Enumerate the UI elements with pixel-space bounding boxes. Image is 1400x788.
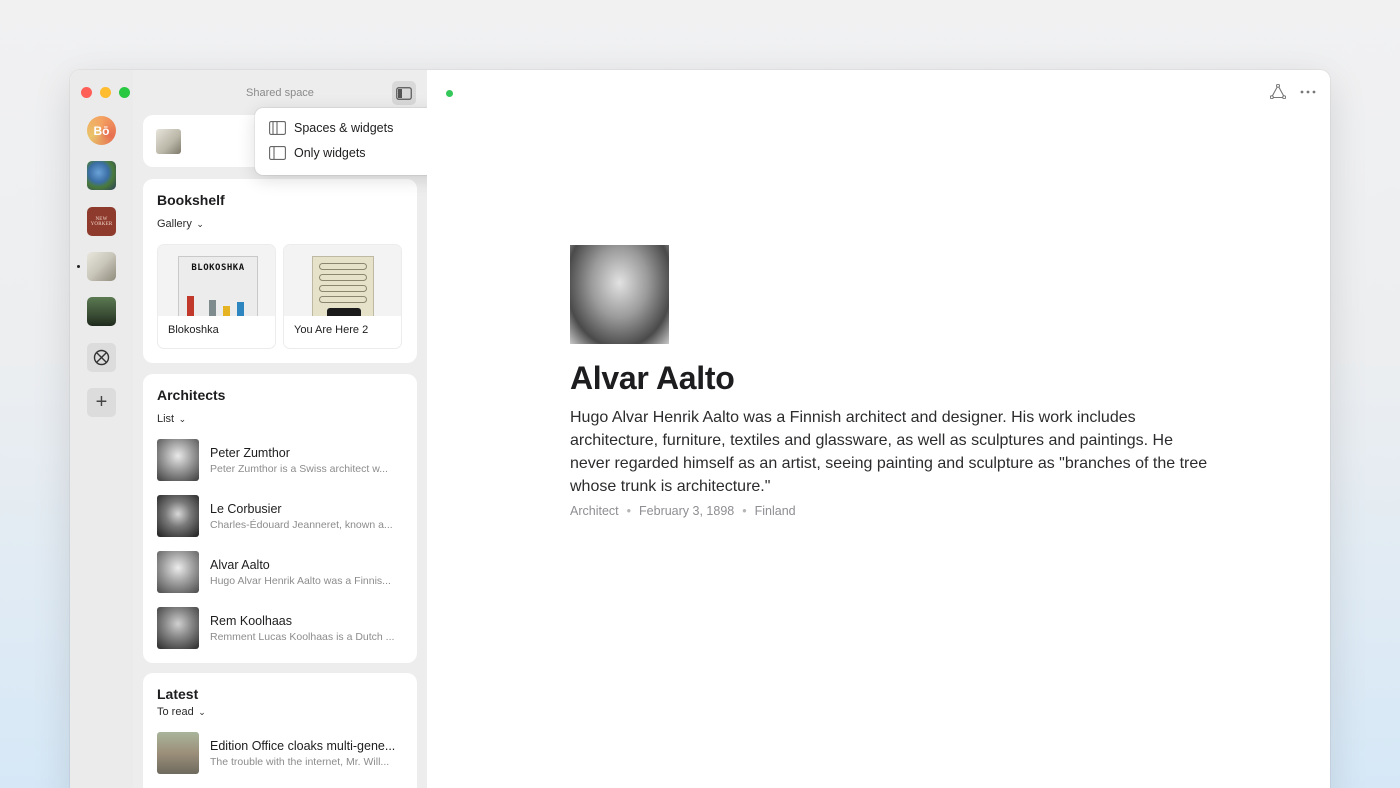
space-basketball-icon[interactable] <box>87 343 116 372</box>
sidebar: Shared space Bookshelf Gallery ⌄ BLOKOSH… <box>133 70 480 788</box>
architect-photo <box>157 495 199 537</box>
book-cover: BLOKOSHKA <box>158 245 275 316</box>
bookshelf-view-selector[interactable]: Gallery ⌄ <box>157 218 204 230</box>
book-card[interactable]: BLOKOSHKA Blokoshka <box>157 244 276 349</box>
chevron-down-icon: ⌄ <box>195 707 206 717</box>
main-content: Alvar Aalto Hugo Alvar Henrik Aalto was … <box>427 70 1330 788</box>
latest-view-selector[interactable]: To read ⌄ <box>157 706 206 718</box>
space-globe-icon[interactable] <box>87 161 116 190</box>
meta-role: Architect <box>570 504 619 518</box>
graph-icon[interactable] <box>1270 84 1286 99</box>
list-item[interactable]: Alvar Aalto Hugo Alvar Henrik Aalto was … <box>157 551 405 593</box>
architects-title: Architects <box>157 387 226 403</box>
list-item[interactable]: Rem Koolhaas Remment Lucas Koolhaas is a… <box>157 607 405 649</box>
app-window: Bō NEW YORKER + Shared space Bookshelf G… <box>70 70 1330 788</box>
bookshelf-widget: Bookshelf Gallery ⌄ BLOKOSHKA Blokoshka <box>143 179 417 363</box>
book-cover <box>284 245 401 316</box>
window-controls <box>81 87 130 98</box>
architects-view-selector[interactable]: List ⌄ <box>157 413 186 425</box>
chevron-down-icon: ⌄ <box>193 219 204 229</box>
architects-widget: Architects List ⌄ Peter Zumthor Peter Zu… <box>143 374 417 663</box>
layout-two-pane-icon <box>269 121 286 135</box>
sidebar-title: Shared space <box>246 87 314 99</box>
top-toolbar <box>1270 84 1316 99</box>
metadata-row: Architect • February 3, 1898 • Finland <box>570 504 796 518</box>
space-bo-icon[interactable]: Bō <box>87 116 116 145</box>
zoom-window-button[interactable] <box>119 87 130 98</box>
separator-dot: • <box>626 504 632 518</box>
plus-icon: + <box>95 391 108 413</box>
chevron-down-icon: ⌄ <box>176 414 187 424</box>
list-item[interactable]: Edition Office cloaks multi-gene... The … <box>157 732 405 774</box>
book-label: Blokoshka <box>168 324 219 336</box>
architect-photo <box>157 551 199 593</box>
bookshelf-title: Bookshelf <box>157 192 225 208</box>
latest-title: Latest <box>157 686 199 702</box>
sync-status-indicator <box>446 90 453 97</box>
page-title: Alvar Aalto <box>570 360 735 396</box>
more-options-icon[interactable] <box>1300 90 1316 94</box>
space-sculpture-icon[interactable] <box>87 252 116 281</box>
list-item[interactable]: Peter Zumthor Peter Zumthor is a Swiss a… <box>157 439 405 481</box>
latest-widget: Latest To read ⌄ Edition Office cloaks m… <box>143 673 417 788</box>
space-portrait-icon[interactable] <box>87 297 116 326</box>
you-are-here-cover-image <box>312 256 374 316</box>
architect-photo <box>157 607 199 649</box>
active-space-indicator <box>77 265 80 268</box>
bio-text: Hugo Alvar Henrik Aalto was a Finnish ar… <box>570 409 1208 495</box>
minimize-window-button[interactable] <box>100 87 111 98</box>
profile-photo <box>570 245 669 344</box>
book-card[interactable]: You Are Here 2 <box>283 244 402 349</box>
separator-dot: • <box>742 504 747 518</box>
article-thumbnail <box>157 732 199 774</box>
layout-single-pane-icon <box>269 146 286 160</box>
close-window-button[interactable] <box>81 87 92 98</box>
basketball-icon <box>93 349 110 366</box>
space-thumbnail <box>156 129 181 154</box>
add-space-button[interactable]: + <box>87 388 116 417</box>
meta-date: February 3, 1898 <box>639 504 735 518</box>
sidebar-toggle-icon <box>396 86 412 100</box>
blokoshka-cover-image: BLOKOSHKA <box>178 256 258 316</box>
book-label: You Are Here 2 <box>294 324 369 336</box>
spaces-rail: Bō NEW YORKER + <box>70 70 133 788</box>
architect-photo <box>157 439 199 481</box>
meta-country: Finland <box>754 504 796 518</box>
sidebar-layout-button[interactable] <box>392 81 416 105</box>
space-new-yorker-icon[interactable]: NEW YORKER <box>87 207 116 236</box>
list-item[interactable]: Le Corbusier Charles-Édouard Jeanneret, … <box>157 495 405 537</box>
